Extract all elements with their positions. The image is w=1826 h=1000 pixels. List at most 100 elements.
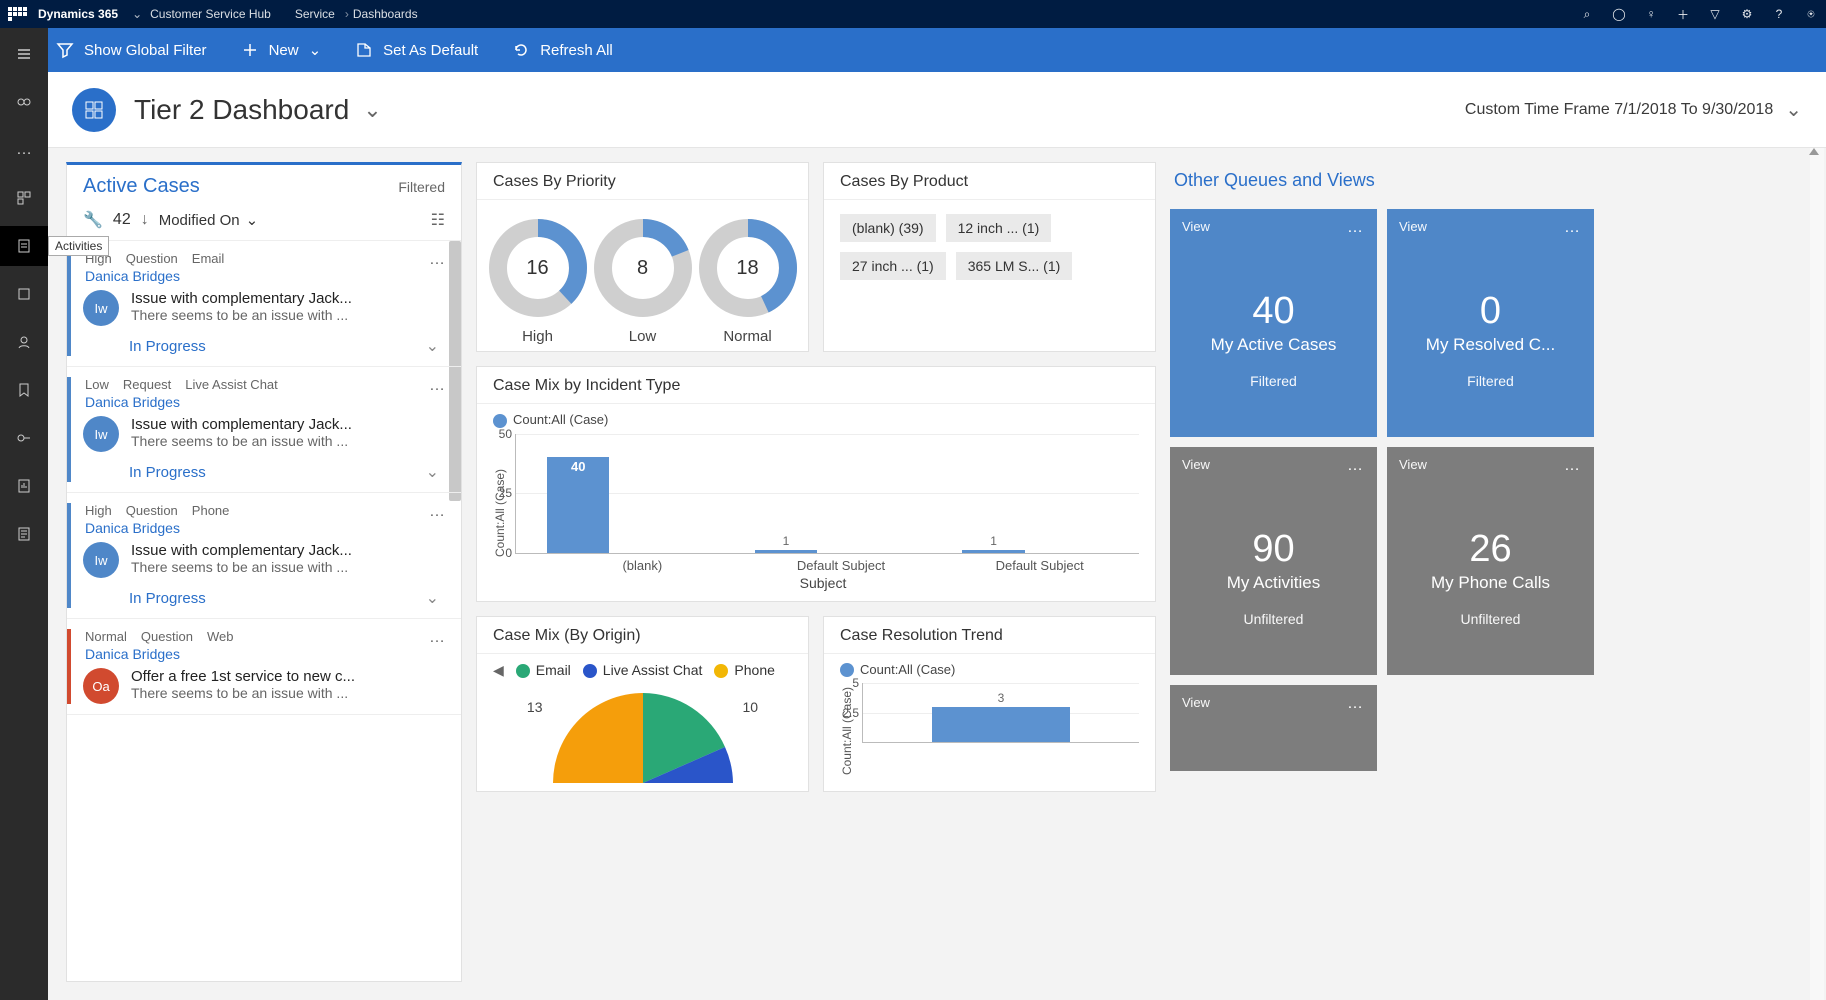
- avatar: Iw: [83, 290, 119, 326]
- cmd-label: Set As Default: [383, 42, 478, 59]
- queue-tile[interactable]: View … 40 My Active Cases Filtered: [1170, 209, 1377, 437]
- cases-by-product-card: Cases By Product (blank) (39)12 inch ...…: [823, 162, 1156, 352]
- case-owner[interactable]: Danica Bridges: [85, 520, 447, 536]
- case-list: … HighQuestionEmail Danica Bridges Iw Is…: [67, 241, 461, 981]
- right-column: Other Queues and Views View … 40 My Acti…: [1170, 162, 1594, 986]
- sort-arrow-icon[interactable]: ↓: [141, 211, 149, 229]
- app-launcher-icon[interactable]: [8, 7, 28, 21]
- chevron-right-icon: ›: [345, 7, 349, 21]
- chevron-down-icon[interactable]: ⌄: [363, 97, 381, 123]
- chevron-down-icon[interactable]: ⌄: [426, 588, 439, 608]
- more-icon[interactable]: …: [1347, 457, 1365, 475]
- cmd-label: New: [269, 42, 299, 59]
- case-item[interactable]: … NormalQuestionWeb Danica Bridges Oa Of…: [67, 619, 461, 715]
- filter-icon[interactable]: ▽: [1708, 7, 1722, 21]
- nav-item-bookmark[interactable]: [0, 370, 48, 410]
- donut-chart: 18: [696, 216, 800, 320]
- wrench-icon[interactable]: 🔧: [83, 210, 103, 230]
- set-default-button[interactable]: Set As Default: [355, 41, 478, 59]
- chevron-down-icon[interactable]: ⌄: [132, 7, 142, 21]
- gear-icon[interactable]: ⚙: [1740, 7, 1754, 21]
- nav-item-articles[interactable]: [0, 514, 48, 554]
- command-bar: Show Global Filter New ⌄ Set As Default …: [0, 28, 1826, 72]
- sort-field[interactable]: Modified On ⌄: [159, 211, 258, 229]
- filtered-label: Filtered: [398, 179, 445, 195]
- legend-item: Phone: [714, 662, 774, 678]
- case-resolution-trend-card: Case Resolution Trend Count:All (Case) C…: [823, 616, 1156, 792]
- bar: 1: [962, 550, 1024, 552]
- refresh-button[interactable]: Refresh All: [512, 41, 613, 59]
- donut-label: High: [486, 328, 590, 345]
- tile-value: 40: [1182, 290, 1365, 333]
- case-owner[interactable]: Danica Bridges: [85, 394, 447, 410]
- breadcrumb-0[interactable]: Service: [295, 7, 335, 21]
- more-icon[interactable]: …: [429, 377, 447, 395]
- global-filter-button[interactable]: Show Global Filter: [56, 41, 207, 59]
- chevron-down-icon[interactable]: ⌄: [426, 462, 439, 482]
- left-nav-rail: … Activities: [0, 28, 48, 1000]
- nav-item-recent[interactable]: [0, 82, 48, 122]
- more-icon[interactable]: …: [1564, 457, 1582, 475]
- product-chip[interactable]: (blank) (39): [840, 214, 936, 242]
- scrollbar[interactable]: [1810, 148, 1824, 1000]
- chevron-down-icon[interactable]: ⌄: [426, 336, 439, 356]
- case-status: In Progress: [129, 590, 206, 607]
- case-owner[interactable]: Danica Bridges: [85, 268, 447, 284]
- nav-item-dashboards[interactable]: [0, 178, 48, 218]
- chevron-down-icon: ⌄: [246, 211, 259, 229]
- chart-legend: Count:All (Case): [493, 412, 1139, 428]
- search-icon[interactable]: ⌕: [1580, 7, 1594, 21]
- more-icon[interactable]: …: [1347, 695, 1365, 713]
- nav-item-reports[interactable]: [0, 466, 48, 506]
- app-name[interactable]: Customer Service Hub: [150, 7, 271, 21]
- more-icon[interactable]: …: [429, 251, 447, 269]
- tile-name: My Resolved C...: [1399, 335, 1582, 355]
- title-bar: Tier 2 Dashboard ⌄ Custom Time Frame 7/1…: [48, 72, 1826, 148]
- lightbulb-icon[interactable]: ♀: [1644, 7, 1658, 21]
- more-icon[interactable]: …: [1564, 219, 1582, 237]
- case-item[interactable]: … HighQuestionEmail Danica Bridges Iw Is…: [67, 241, 461, 367]
- case-item[interactable]: … LowRequestLive Assist Chat Danica Brid…: [67, 367, 461, 493]
- help-icon[interactable]: ?: [1772, 7, 1786, 21]
- product-chip[interactable]: 365 LM S... (1): [956, 252, 1073, 280]
- more-icon[interactable]: …: [1347, 219, 1365, 237]
- breadcrumb-1[interactable]: Dashboards: [353, 7, 418, 21]
- new-button[interactable]: New ⌄: [241, 41, 322, 59]
- add-icon[interactable]: ＋: [1676, 7, 1690, 21]
- queue-tile[interactable]: View … 26 My Phone Calls Unfiltered: [1387, 447, 1594, 675]
- dashboard-icon: [72, 88, 116, 132]
- case-item[interactable]: … HighQuestionPhone Danica Bridges Iw Is…: [67, 493, 461, 619]
- case-status: In Progress: [129, 338, 206, 355]
- queue-tile-extra[interactable]: View…: [1170, 685, 1377, 771]
- case-title: Offer a free 1st service to new c...: [131, 668, 355, 685]
- global-topbar: Dynamics 365 ⌄ Customer Service Hub Serv…: [0, 0, 1826, 28]
- avatar: Iw: [83, 416, 119, 452]
- hamburger-icon[interactable]: [0, 34, 48, 74]
- product-chip[interactable]: 27 inch ... (1): [840, 252, 946, 280]
- case-owner[interactable]: Danica Bridges: [85, 646, 447, 662]
- nav-item-key[interactable]: [0, 418, 48, 458]
- main-content: Tier 2 Dashboard ⌄ Custom Time Frame 7/1…: [48, 72, 1826, 1000]
- more-icon[interactable]: …: [429, 503, 447, 521]
- product-chip[interactable]: 12 inch ... (1): [946, 214, 1052, 242]
- nav-item-more[interactable]: …: [0, 130, 48, 170]
- card-title: Case Mix (By Origin): [477, 617, 808, 654]
- tile-name: My Phone Calls: [1399, 573, 1582, 593]
- collapse-icon[interactable]: ◀: [493, 662, 504, 679]
- queue-tile[interactable]: View … 0 My Resolved C... Filtered: [1387, 209, 1594, 437]
- list-options-icon[interactable]: ☷: [431, 210, 445, 230]
- nav-item-activities[interactable]: Activities: [0, 226, 48, 266]
- nav-item-contacts[interactable]: [0, 322, 48, 362]
- case-count: 42: [113, 211, 131, 229]
- user-icon[interactable]: ⍟: [1804, 7, 1818, 21]
- page-title: Tier 2 Dashboard: [134, 94, 349, 126]
- case-mix-origin-card: Case Mix (By Origin) ◀ EmailLive Assist …: [476, 616, 809, 792]
- case-desc: There seems to be an issue with ...: [131, 307, 352, 323]
- case-mix-incident-card: Case Mix by Incident Type Count:All (Cas…: [476, 366, 1156, 602]
- nav-item-accounts[interactable]: [0, 274, 48, 314]
- bar: 1: [755, 550, 817, 552]
- queue-tile[interactable]: View … 90 My Activities Unfiltered: [1170, 447, 1377, 675]
- task-icon[interactable]: ◯: [1612, 7, 1626, 21]
- more-icon[interactable]: …: [429, 629, 447, 647]
- chevron-down-icon[interactable]: ⌄: [1785, 97, 1802, 122]
